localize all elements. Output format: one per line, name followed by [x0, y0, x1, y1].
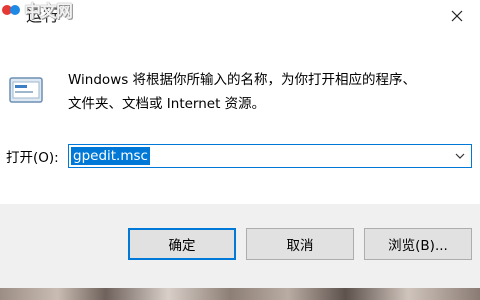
description-line-1: Windows 将根据你所输入的名称，为你打开相应的程序、	[68, 72, 417, 88]
watermark: 中文网	[24, 2, 73, 22]
run-icon	[9, 77, 43, 103]
dialog-body: Windows 将根据你所输入的名称，为你打开相应的程序、 文件夹、文档或 In…	[0, 34, 480, 204]
open-field-label: 打开(O):	[6, 150, 59, 166]
chevron-down-icon[interactable]	[455, 153, 465, 159]
ok-button[interactable]: 确定	[128, 228, 236, 260]
cancel-button[interactable]: 取消	[246, 228, 354, 260]
close-button[interactable]	[434, 0, 480, 34]
open-input[interactable]: gpedit.msc	[71, 147, 150, 165]
dialog-footer: 确定 取消 浏览(B)...	[0, 204, 480, 300]
description-line-2: 文件夹、文档或 Internet 资源。	[68, 96, 266, 112]
close-icon	[451, 10, 463, 22]
app-logo-icon	[2, 5, 20, 15]
dialog-description: Windows 将根据你所输入的名称，为你打开相应的程序、 文件夹、文档或 In…	[68, 68, 468, 116]
title-bar: 运行 中文网	[0, 0, 480, 34]
open-combobox[interactable]: gpedit.msc	[68, 144, 472, 168]
browse-button[interactable]: 浏览(B)...	[364, 228, 472, 260]
background-photo-strip	[0, 288, 480, 300]
